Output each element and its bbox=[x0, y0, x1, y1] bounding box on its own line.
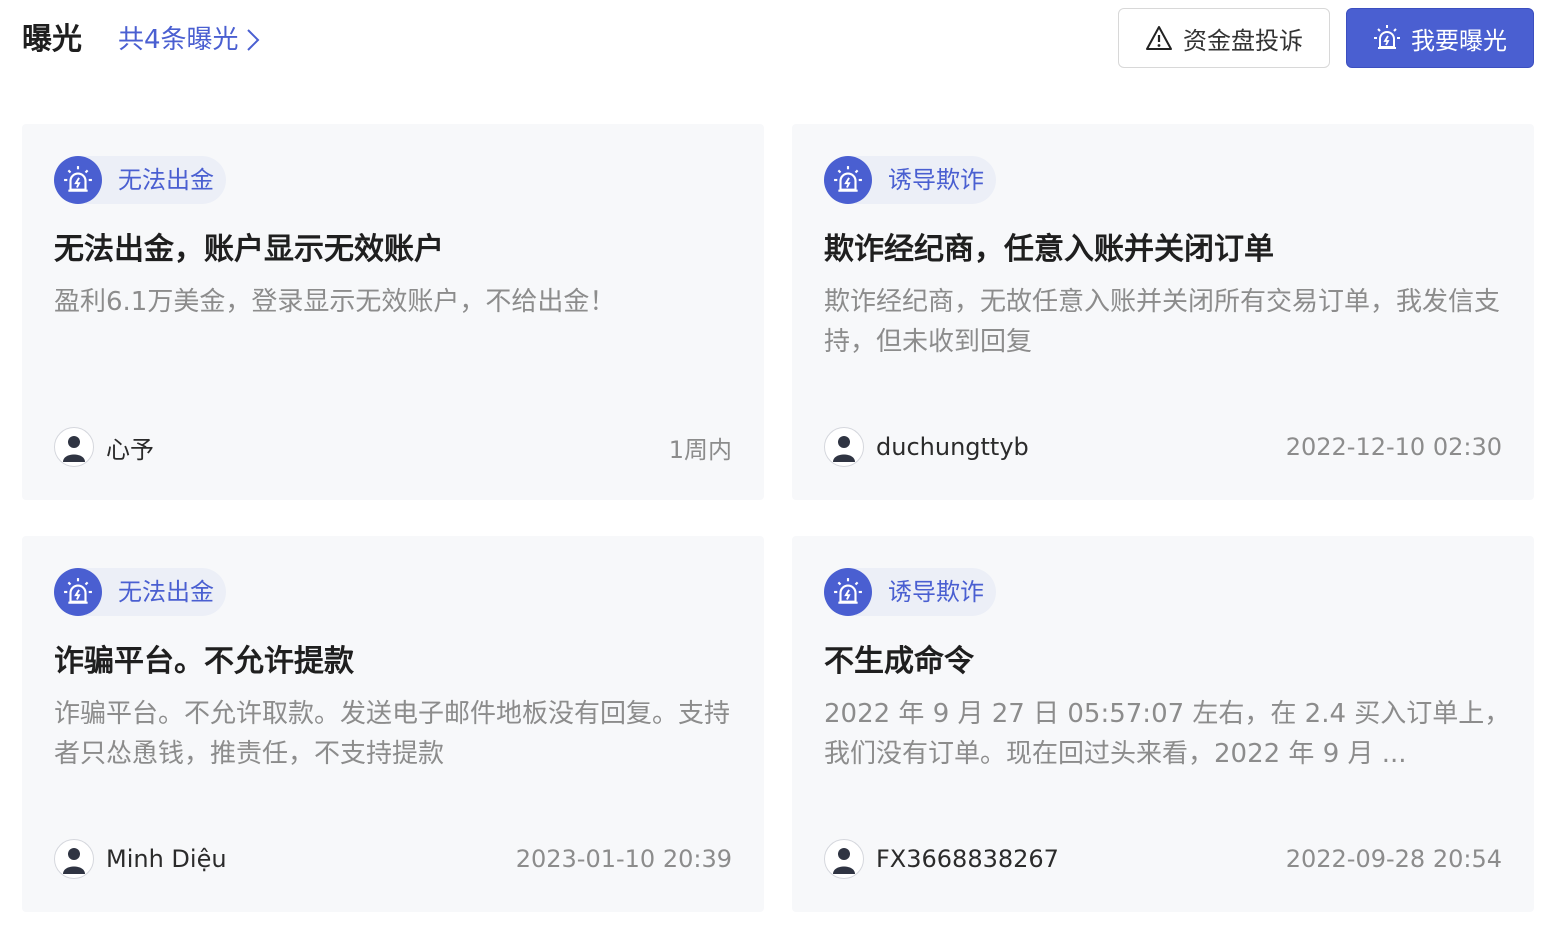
user-avatar-icon bbox=[54, 839, 94, 879]
category-tag-label: 诱导欺诈 bbox=[888, 578, 984, 606]
user-avatar-icon bbox=[54, 427, 94, 467]
post-time: 2022-09-28 20:54 bbox=[1285, 845, 1502, 873]
card-footer: duchungttyb 2022-12-10 02:30 bbox=[824, 426, 1502, 468]
card-title: 不生成命令 bbox=[824, 644, 974, 679]
card-author[interactable]: FX3668838267 bbox=[824, 839, 1059, 879]
alarm-siren-icon bbox=[54, 568, 102, 616]
exposure-card[interactable]: 无法出金 诈骗平台。不允许提款 诈骗平台。不允许取款。发送电子邮件地板没有回复。… bbox=[22, 536, 764, 912]
card-footer: 心予 1周内 bbox=[54, 426, 732, 468]
card-title: 诈骗平台。不允许提款 bbox=[54, 644, 354, 679]
author-name: Minh Diệu bbox=[106, 845, 227, 873]
author-name: 心予 bbox=[106, 435, 154, 464]
card-description: 2022 年 9 月 27 日 05:57:07 左右，在 2.4 买入订单上，… bbox=[824, 699, 1511, 769]
category-tag-label: 诱导欺诈 bbox=[888, 166, 984, 194]
exposure-card[interactable]: 诱导欺诈 不生成命令 2022 年 9 月 27 日 05:57:07 左右，在… bbox=[792, 536, 1534, 912]
category-tag: 诱导欺诈 bbox=[824, 568, 996, 616]
card-description: 盈利6.1万美金，登录显示无效账户，不给出金！ bbox=[54, 287, 616, 317]
card-description: 诈骗平台。不允许取款。发送电子邮件地板没有回复。支持者只怂恿钱，推责任，不支持提… bbox=[54, 699, 731, 769]
exposure-count-link[interactable]: 共4条曝光 bbox=[118, 22, 261, 58]
alarm-siren-icon bbox=[1374, 25, 1400, 49]
card-author[interactable]: duchungttyb bbox=[824, 427, 1029, 467]
category-tag: 无法出金 bbox=[54, 568, 226, 616]
warning-triangle-icon bbox=[1146, 26, 1172, 50]
page-title: 曝光 bbox=[22, 22, 82, 57]
author-name: FX3668838267 bbox=[876, 845, 1059, 873]
alarm-siren-icon bbox=[824, 156, 872, 204]
card-author[interactable]: Minh Diệu bbox=[54, 839, 227, 879]
category-tag: 诱导欺诈 bbox=[824, 156, 996, 204]
exposure-count-label: 共4条曝光 bbox=[118, 25, 239, 55]
category-tag-label: 无法出金 bbox=[118, 166, 214, 194]
expose-button[interactable]: 我要曝光 bbox=[1346, 8, 1534, 68]
exposure-card[interactable]: 无法出金 无法出金，账户显示无效账户 盈利6.1万美金，登录显示无效账户，不给出… bbox=[22, 124, 764, 500]
chevron-right-icon bbox=[246, 29, 259, 51]
alarm-siren-icon bbox=[54, 156, 102, 204]
complaint-button[interactable]: 资金盘投诉 bbox=[1118, 8, 1330, 68]
card-title: 欺诈经纪商，任意入账并关闭订单 bbox=[824, 232, 1274, 267]
exposure-card[interactable]: 诱导欺诈 欺诈经纪商，任意入账并关闭订单 欺诈经纪商，无故任意入账并关闭所有交易… bbox=[792, 124, 1534, 500]
user-avatar-icon bbox=[824, 839, 864, 879]
user-avatar-icon bbox=[824, 427, 864, 467]
expose-button-label: 我要曝光 bbox=[1411, 26, 1507, 55]
card-footer: Minh Diệu 2023-01-10 20:39 bbox=[54, 838, 732, 880]
card-title: 无法出金，账户显示无效账户 bbox=[54, 232, 444, 267]
category-tag: 无法出金 bbox=[54, 156, 226, 204]
card-description: 欺诈经纪商，无故任意入账并关闭所有交易订单，我发信支持，但未收到回复 bbox=[824, 287, 1501, 357]
post-time: 1周内 bbox=[668, 435, 732, 464]
post-time: 2023-01-10 20:39 bbox=[515, 845, 732, 873]
post-time: 2022-12-10 02:30 bbox=[1285, 433, 1502, 461]
complaint-button-label: 资金盘投诉 bbox=[1183, 26, 1303, 55]
alarm-siren-icon bbox=[824, 568, 872, 616]
card-footer: FX3668838267 2022-09-28 20:54 bbox=[824, 838, 1502, 880]
page-header: 曝光 共4条曝光 资金盘投诉 我要曝光 bbox=[0, 0, 1566, 80]
card-author[interactable]: 心予 bbox=[54, 427, 154, 467]
category-tag-label: 无法出金 bbox=[118, 578, 214, 606]
author-name: duchungttyb bbox=[876, 433, 1029, 461]
